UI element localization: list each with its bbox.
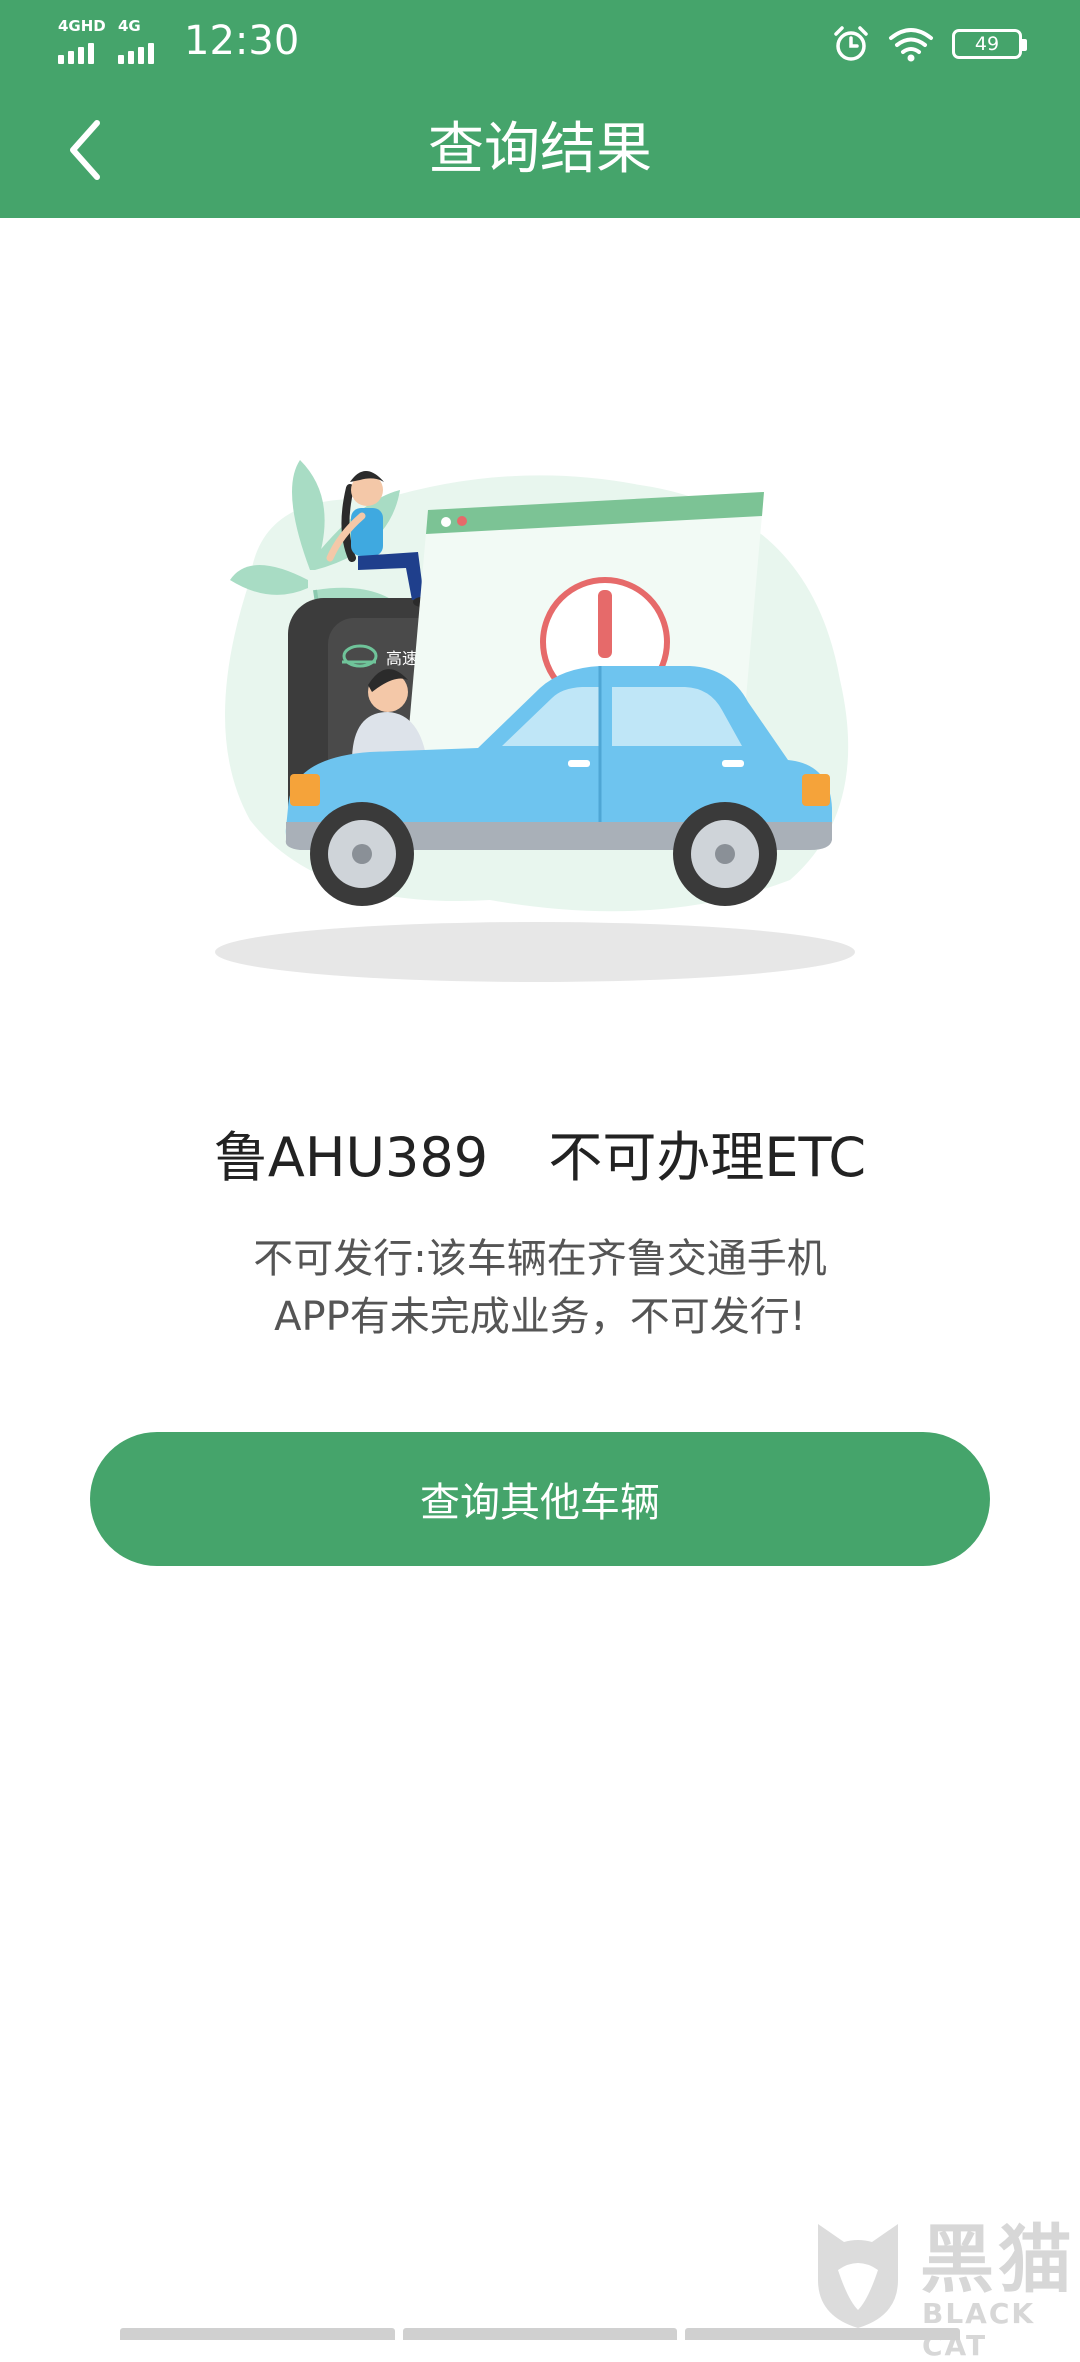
nav-segment: [685, 2328, 961, 2340]
status-bar: 4GHD 4G 12:30 49: [0, 0, 1080, 86]
result-title: 鲁AHU389 不可办理ETC: [90, 1118, 990, 1198]
message-line-1: 不可发行:该车辆在齐鲁交通手机: [253, 1236, 827, 1282]
status-left: 4GHD 4G 12:30: [58, 16, 299, 66]
car-wheel-front-icon: [310, 802, 414, 906]
bottom-nav-remnant: [120, 2328, 961, 2340]
query-other-vehicle-button[interactable]: 查询其他车辆: [90, 1432, 990, 1566]
watermark-cn: 黑猫: [920, 2217, 1076, 2303]
nav-segment: [120, 2328, 395, 2340]
result-message: 不可发行:该车辆在齐鲁交通手机 APP有未完成业务，不可发行!: [210, 1230, 870, 1346]
battery-icon: 49: [952, 29, 1027, 59]
signal-indicator-2: 4G: [118, 18, 168, 64]
clock-time: 12:30: [184, 18, 300, 64]
network-type-label: 4G: [118, 17, 141, 35]
signal-bars-icon: [58, 43, 94, 64]
page-title: 查询结果: [428, 117, 652, 182]
logo-text: 高速: [386, 649, 418, 668]
black-cat-logo-icon: [818, 2224, 898, 2328]
battery-level: 49: [974, 33, 1000, 55]
ground-shadow: [215, 922, 855, 982]
eligibility-status: 不可办理ETC: [548, 1126, 867, 1189]
car-wheel-rear-icon: [673, 802, 777, 906]
message-line-2: APP有未完成业务，不可发行!: [274, 1294, 806, 1340]
signal-indicator-1: 4GHD: [58, 18, 108, 64]
plate-number: 鲁AHU389: [213, 1126, 489, 1189]
chevron-left-icon: [70, 120, 100, 180]
alarm-icon: [834, 26, 868, 61]
signal-bars-icon: [118, 43, 154, 64]
status-right: 49: [832, 22, 1027, 66]
watermark: 黑猫 BLACK CAT: [808, 2217, 1080, 2362]
nav-segment: [402, 2328, 678, 2340]
network-type-label: 4GHD: [58, 17, 106, 35]
app-header: 4GHD 4G 12:30 49 查询结果: [0, 0, 1080, 218]
wifi-icon: [889, 28, 933, 62]
etc-illustration: C 高速: [215, 460, 855, 982]
back-button[interactable]: [50, 110, 120, 190]
